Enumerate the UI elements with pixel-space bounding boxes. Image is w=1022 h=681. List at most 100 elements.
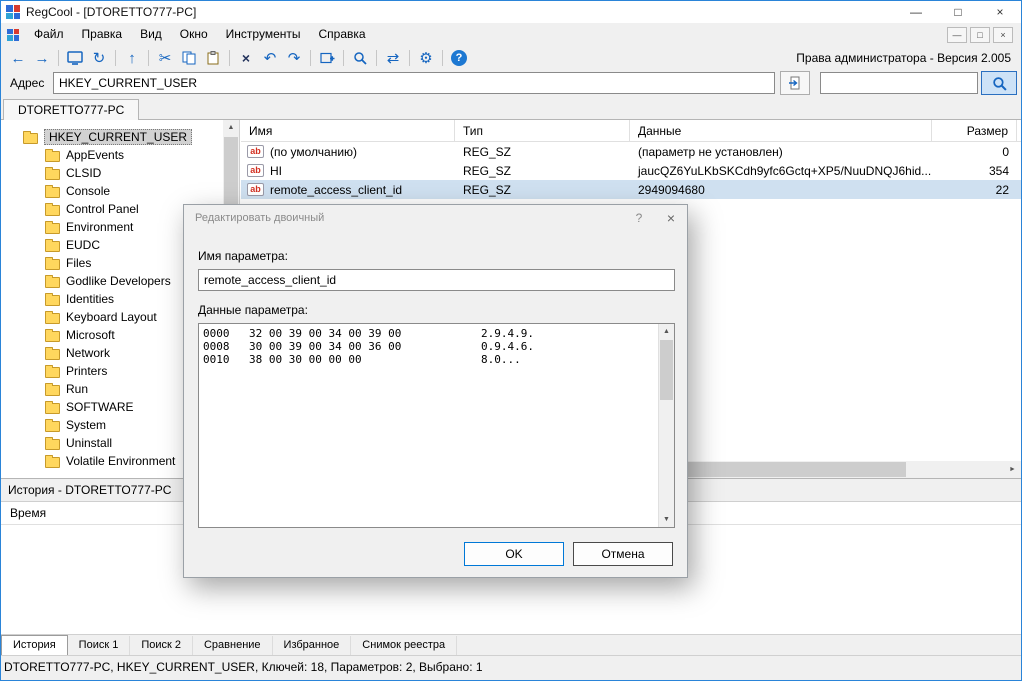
scrollbar-track[interactable] [906,461,1004,478]
folder-icon [45,148,60,162]
scroll-down-icon[interactable]: ▼ [659,512,674,527]
quick-search-button[interactable] [981,71,1017,95]
child-window-icon[interactable] [7,28,19,41]
up-icon[interactable]: ↑ [120,47,144,69]
child-window-controls: — □ × [947,26,1021,43]
toolbar-separator [115,50,116,66]
menu-edit[interactable]: Правка [73,23,132,46]
goto-button[interactable] [780,71,810,95]
tab-compare[interactable]: Сравнение [193,635,273,655]
registry-value-row[interactable]: ab (по умолчанию) REG_SZ (параметр не уст… [241,142,1021,161]
menu-view[interactable]: Вид [131,23,171,46]
value-name: remote_access_client_id [270,182,403,197]
tab-dtoretto777-pc[interactable]: DTORETTO777-PC [3,99,140,120]
value-type-cell: REG_SZ [463,182,512,197]
help-icon[interactable]: ? [447,47,471,69]
scroll-up-icon[interactable]: ▲ [223,120,239,136]
minimize-button[interactable]: — [895,1,937,23]
tab-registry-snapshot[interactable]: Снимок реестра [351,635,458,655]
reg-sz-icon: ab [247,164,264,177]
address-input[interactable] [53,72,775,94]
settings-gear-icon[interactable]: ⚙ [414,47,438,69]
folder-icon [45,418,60,432]
delete-icon[interactable]: × [234,47,258,69]
back-icon[interactable]: ← [6,47,30,69]
hex-editor[interactable]: 0000 32 00 39 00 34 00 39 00 2.9.4.9. 00… [198,323,675,528]
folder-icon [45,292,60,306]
redo-icon[interactable]: ↷ [282,47,306,69]
registry-value-row[interactable]: ab HI REG_SZ jaucQZ6YuLKbSKCdh9yfc6Gctq+X… [241,161,1021,180]
column-header-name[interactable]: Имя [241,120,455,141]
ok-button[interactable]: OK [464,542,564,566]
registry-value-row-selected[interactable]: ab remote_access_client_id REG_SZ 2949094… [241,180,1021,199]
close-button[interactable]: × [979,1,1021,23]
value-data-cell: jaucQZ6YuLKbSKCdh9yfc6Gctq+XP5/NuuDNQJ6h… [638,163,932,178]
value-size-cell: 354 [988,163,1009,178]
dialog-title: Редактировать двоичный [195,212,325,224]
child-restore-button[interactable]: □ [970,26,990,43]
tree-item[interactable]: CLSID [1,164,239,182]
sync-icon[interactable]: ⇄ [381,47,405,69]
hex-offset: 0008 [203,340,230,353]
folder-icon [45,184,60,198]
menu-help[interactable]: Справка [310,23,375,46]
quick-search-input[interactable] [820,72,978,94]
folder-icon [45,202,60,216]
paste-icon[interactable] [201,47,225,69]
window-title: RegCool - [DTORETTO777-PC] [26,5,197,19]
folder-icon [45,364,60,378]
tab-search-2[interactable]: Поиск 2 [130,635,193,655]
tree-item[interactable]: Console [1,182,239,200]
hex-ascii: 2.9.4.9. [481,327,534,340]
param-name-input[interactable] [198,269,675,291]
cancel-button[interactable]: Отмена [573,542,673,566]
computer-icon[interactable] [63,47,87,69]
cut-icon[interactable]: ✂ [153,47,177,69]
scrollbar-thumb[interactable] [660,340,673,400]
tree-item-label: Volatile Environment [66,454,176,468]
hex-offset: 0000 [203,327,230,340]
folder-icon [45,256,60,270]
toolbar-separator [148,50,149,66]
dialog-close-button[interactable]: × [655,205,687,231]
menubar: Файл Правка Вид Окно Инструменты Справка… [1,23,1021,46]
maximize-button[interactable]: □ [937,1,979,23]
search-icon [992,76,1007,91]
hex-row: 0010 38 00 30 00 00 00 8.0... [203,353,670,366]
search-icon[interactable] [348,47,372,69]
menu-window[interactable]: Окно [171,23,217,46]
menu-tools[interactable]: Инструменты [217,23,310,46]
tree-item[interactable]: AppEvents [1,146,239,164]
tab-favorites[interactable]: Избранное [273,635,352,655]
tab-search-1[interactable]: Поиск 1 [68,635,131,655]
dialog-help-button[interactable]: ? [623,205,655,231]
value-type-cell: REG_SZ [463,163,512,178]
child-close-button[interactable]: × [993,26,1013,43]
folder-icon [45,382,60,396]
value-data-cell: (параметр не установлен) [638,144,783,159]
column-header-type[interactable]: Тип [455,120,630,141]
column-header-size[interactable]: Размер [932,120,1017,141]
copy-icon[interactable] [177,47,201,69]
scroll-right-icon[interactable]: ► [1004,461,1021,478]
refresh-icon[interactable]: ↻ [87,47,111,69]
tree-item-label: Control Panel [66,202,139,216]
tree-item-label: Files [66,256,92,270]
param-data-label: Данные параметра: [198,303,308,317]
undo-icon[interactable]: ↶ [258,47,282,69]
child-minimize-button[interactable]: — [947,26,967,43]
hex-ascii: 0.9.4.6. [481,340,534,353]
toolbar: ← → ↻ ↑ ✂ × ↶ ↷ ⇄ ⚙ ? Права администрато… [1,46,1021,70]
menu-file[interactable]: Файл [25,23,73,46]
address-bar: Адрес [1,70,1021,96]
tree-item-hkey-current-user[interactable]: HKEY_CURRENT_USER [1,128,239,146]
column-header-data[interactable]: Данные [630,120,932,141]
tree-item-label: Console [66,184,111,198]
tab-history[interactable]: История [1,634,68,656]
hex-ascii: 8.0... [481,353,521,366]
forward-icon[interactable]: → [30,47,54,69]
tree-item-label: Microsoft [66,328,115,342]
hex-vertical-scrollbar[interactable]: ▲ ▼ [658,324,674,527]
scroll-up-icon[interactable]: ▲ [659,324,674,339]
new-window-icon[interactable] [315,47,339,69]
